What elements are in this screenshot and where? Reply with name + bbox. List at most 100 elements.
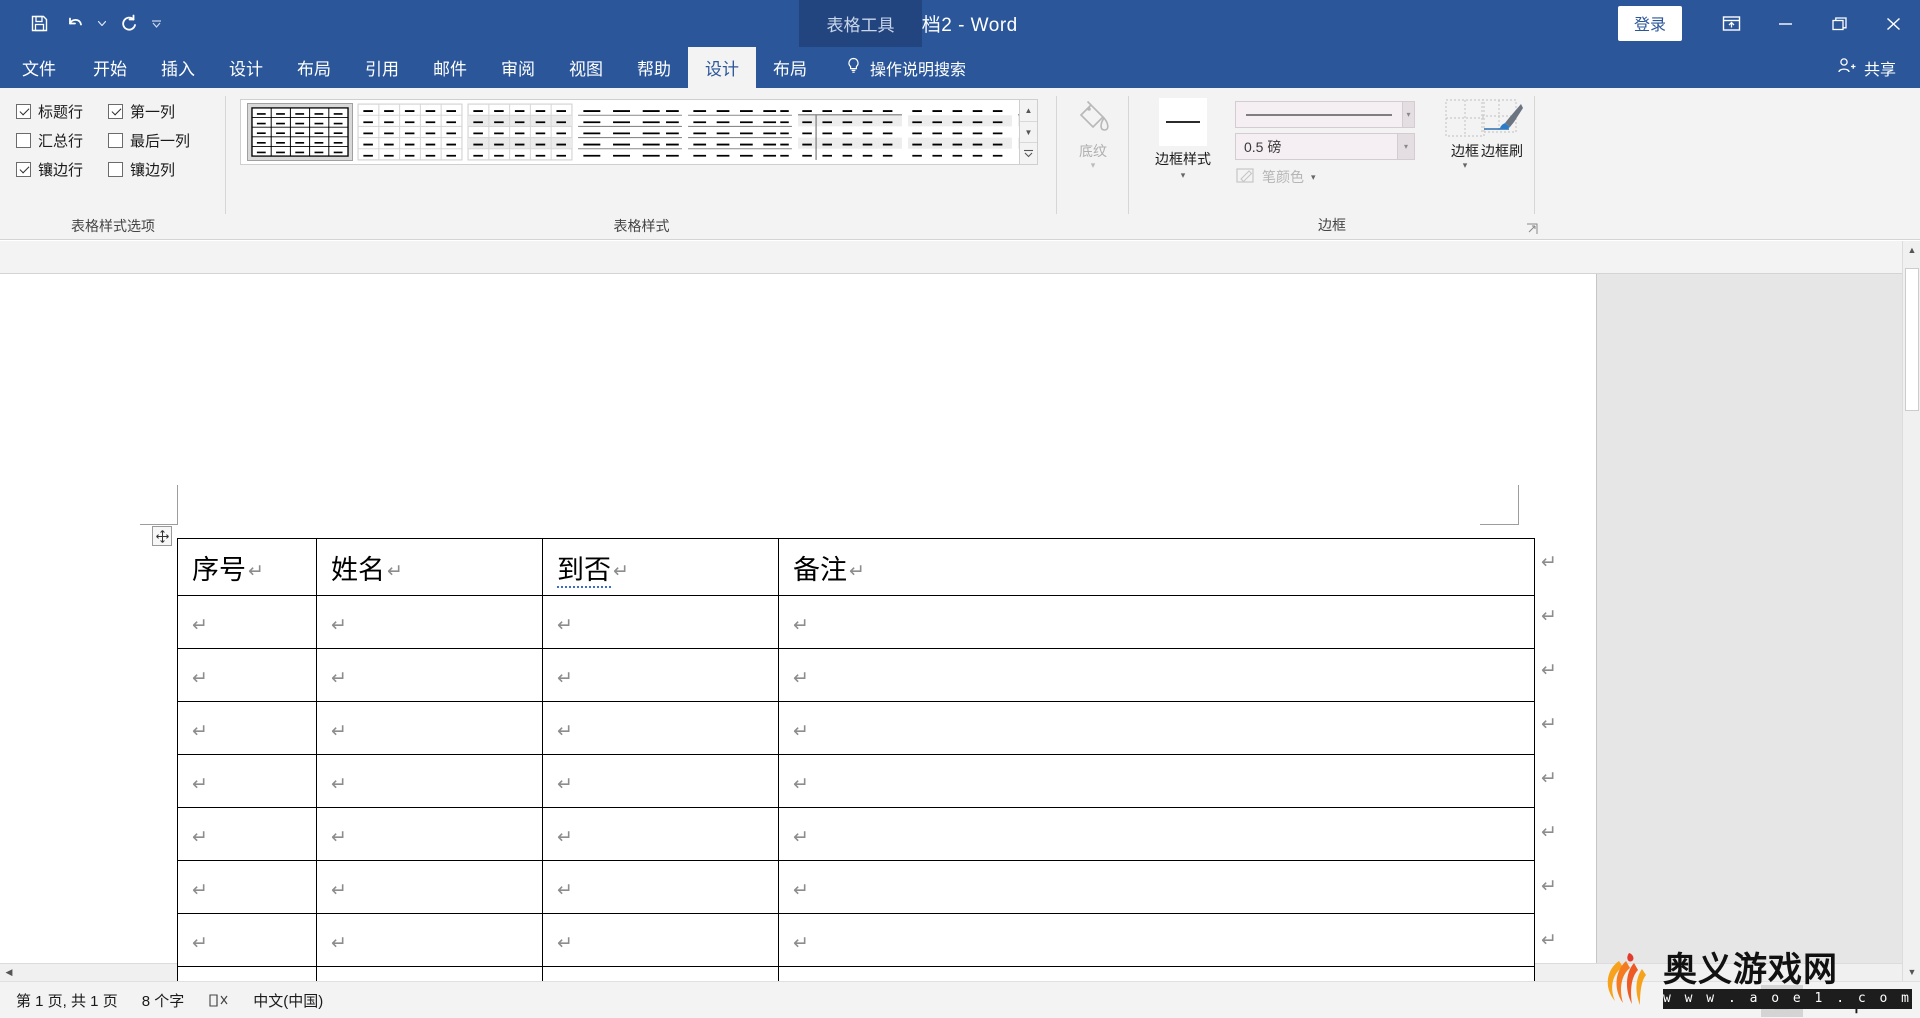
ribbon-display-options-icon[interactable] [1704, 0, 1758, 47]
restore-icon[interactable] [1812, 0, 1866, 47]
status-page-info[interactable]: 第 1 页, 共 1 页 [0, 990, 130, 1011]
tab-references[interactable]: 引用 [348, 47, 416, 88]
table-cell[interactable]: ↵ [542, 807, 779, 861]
redo-icon[interactable] [112, 9, 146, 39]
table-cell[interactable]: ↵ [778, 701, 1535, 755]
tab-insert[interactable]: 插入 [144, 47, 212, 88]
checkbox-last-column[interactable]: 最后一列 [108, 130, 206, 151]
table-cell[interactable]: ↵ [778, 807, 1535, 861]
status-proofing-icon[interactable] [196, 992, 241, 1009]
table-cell[interactable]: ↵ [316, 913, 543, 967]
ime-moon-icon[interactable]: ☽ [1884, 986, 1906, 1015]
table-style-grid-light[interactable] [357, 103, 463, 161]
table-cell[interactable]: ↵ [316, 595, 543, 649]
checkbox-header-row-box[interactable] [16, 104, 31, 119]
tab-design[interactable]: 设计 [212, 47, 280, 88]
signin-button[interactable]: 登录 [1617, 6, 1682, 41]
shading-button[interactable]: 底纹 ▾ [1062, 98, 1124, 170]
table-cell[interactable]: ↵ [542, 754, 779, 808]
table-cell[interactable]: ↵ [177, 913, 317, 967]
tab-file[interactable]: 文件 [0, 47, 76, 88]
table-cell[interactable]: ↵ [316, 860, 543, 914]
line-weight-combo[interactable]: 0.5 磅 ▾ [1235, 133, 1415, 160]
table-style-banded[interactable] [907, 103, 1013, 161]
border-style-dropdown-icon[interactable]: ▾ [1181, 171, 1186, 180]
table-cell[interactable]: ↵ [542, 648, 779, 702]
borders-dialog-launcher[interactable] [1526, 222, 1538, 234]
border-painter-button[interactable]: 边框刷 [1471, 98, 1533, 159]
gallery-scroll-up-icon[interactable]: ▲ [1020, 100, 1037, 122]
table-header-cell[interactable]: 备注 ↵ [778, 538, 1535, 596]
table-header-cell[interactable]: 到否 ↵ [542, 538, 779, 596]
document-page[interactable]: 序号 ↵ 姓名 ↵ 到否 ↵ 备注 ↵ ↵ ↵ ↵ ↵ ↵ ↵ ↵ ↵ ↵ ↵ ↵ ↵ ↵ ↵ ↵ ↵ ↵ ↵ ↵ ↵… [0, 274, 1597, 981]
ime-indicator[interactable]: ‖ 中 ☽ [1803, 983, 1920, 1018]
table-cell[interactable]: ↵ [177, 595, 317, 649]
scroll-up-icon[interactable]: ▲ [1903, 241, 1920, 259]
document-table[interactable]: 序号 ↵ 姓名 ↵ 到否 ↵ 备注 ↵ ↵ ↵ ↵ ↵ ↵ ↵ ↵ ↵ ↵ ↵ ↵ ↵ ↵ ↵ ↵ ↵ ↵ ↵ ↵ ↵… [177, 538, 1535, 981]
tab-mailings[interactable]: 邮件 [416, 47, 484, 88]
pen-color-button[interactable]: 笔颜色 ▾ [1236, 167, 1316, 187]
table-cell[interactable]: ↵ [316, 754, 543, 808]
table-cell[interactable]: ↵ [778, 913, 1535, 967]
table-cell[interactable]: ↵ [316, 966, 543, 981]
vertical-scroll-thumb[interactable] [1905, 268, 1919, 411]
checkbox-total-row[interactable]: 汇总行 [16, 130, 108, 151]
read-mode-icon[interactable] [1719, 985, 1761, 1017]
table-header-cell[interactable]: 姓名 ↵ [316, 538, 543, 596]
table-header-cell[interactable]: 序号 ↵ [177, 538, 317, 596]
checkbox-total-row-box[interactable] [16, 133, 31, 148]
table-cell[interactable]: ↵ [316, 648, 543, 702]
checkbox-banded-columns[interactable]: 镶边列 [108, 159, 206, 180]
tab-review[interactable]: 审阅 [484, 47, 552, 88]
tab-table-design[interactable]: 设计 [688, 47, 756, 88]
table-cell[interactable]: ↵ [177, 701, 317, 755]
table-cell[interactable]: ↵ [177, 754, 317, 808]
scroll-left-icon[interactable]: ◀ [0, 964, 18, 981]
document-area[interactable]: 序号 ↵ 姓名 ↵ 到否 ↵ 备注 ↵ ↵ ↵ ↵ ↵ ↵ ↵ ↵ ↵ ↵ ↵ ↵ ↵ ↵ ↵ ↵ ↵ ↵ ↵ ↵ ↵… [0, 241, 1920, 981]
status-language[interactable]: 中文(中国) [241, 990, 335, 1011]
border-style-button[interactable]: 边框样式 ▾ [1145, 98, 1221, 180]
table-cell[interactable]: ↵ [778, 754, 1535, 808]
borders-dropdown-icon[interactable]: ▾ [1463, 161, 1468, 170]
minimize-icon[interactable] [1758, 0, 1812, 47]
tab-view[interactable]: 视图 [552, 47, 620, 88]
checkbox-banded-rows[interactable]: 镶边行 [16, 159, 108, 180]
table-style-first-col[interactable] [797, 103, 903, 161]
gallery-scrollbar[interactable]: ▲ ▼ [1020, 99, 1038, 165]
scroll-down-icon[interactable]: ▼ [1903, 963, 1920, 981]
table-cell[interactable]: ↵ [316, 807, 543, 861]
checkbox-last-column-box[interactable] [108, 133, 123, 148]
table-cell[interactable]: ↵ [177, 860, 317, 914]
table-cell[interactable]: ↵ [778, 595, 1535, 649]
tab-help[interactable]: 帮助 [620, 47, 688, 88]
ime-mode[interactable]: 中 [1844, 983, 1868, 1018]
table-cell[interactable]: ↵ [177, 966, 317, 981]
table-cell[interactable]: ↵ [542, 701, 779, 755]
table-styles-gallery[interactable] [240, 99, 1020, 165]
checkbox-banded-rows-box[interactable] [16, 162, 31, 177]
undo-dropdown-icon[interactable] [94, 9, 110, 39]
status-word-count[interactable]: 8 个字 [130, 990, 197, 1011]
table-cell[interactable]: ↵ [542, 913, 779, 967]
table-cell[interactable]: ↵ [177, 648, 317, 702]
checkbox-header-row[interactable]: 标题行 [16, 101, 108, 122]
share-button[interactable]: 共享 [1837, 47, 1896, 88]
customize-qat-icon[interactable] [148, 9, 164, 39]
tab-home[interactable]: 开始 [76, 47, 144, 88]
vertical-scrollbar[interactable]: ▲ ▼ [1902, 241, 1920, 981]
table-style-list-lines-2[interactable] [687, 103, 793, 161]
print-layout-icon[interactable] [1761, 984, 1804, 1017]
shading-dropdown-icon[interactable]: ▾ [1091, 161, 1096, 170]
table-cell[interactable]: ↵ [778, 648, 1535, 702]
table-move-handle[interactable] [152, 526, 172, 546]
table-style-plain-grid[interactable] [247, 103, 353, 161]
table-cell[interactable]: ↵ [316, 701, 543, 755]
checkbox-first-column-box[interactable] [108, 104, 123, 119]
table-cell[interactable]: ↵ [778, 966, 1535, 981]
gallery-scroll-down-icon[interactable]: ▼ [1020, 122, 1037, 144]
pen-color-dropdown-icon[interactable]: ▾ [1311, 173, 1316, 182]
table-cell[interactable]: ↵ [542, 966, 779, 981]
checkbox-first-column[interactable]: 第一列 [108, 101, 206, 122]
tab-layout[interactable]: 布局 [280, 47, 348, 88]
line-style-combo[interactable]: ▾ [1235, 101, 1415, 128]
